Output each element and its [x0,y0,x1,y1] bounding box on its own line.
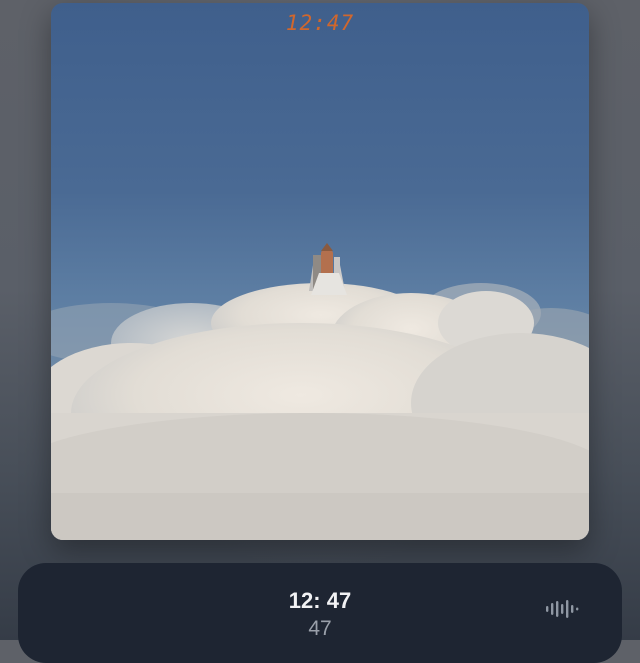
song-title[interactable]: 12: 47 [18,588,622,614]
now-playing-bar[interactable]: 12: 47 47 [18,563,622,663]
artwork-image [51,243,589,540]
artwork-overlay-time: 12:47 [285,11,355,35]
song-artist[interactable]: 47 [18,617,622,641]
album-artwork[interactable]: 12:47 [51,3,589,540]
waveform-icon[interactable] [546,599,582,619]
